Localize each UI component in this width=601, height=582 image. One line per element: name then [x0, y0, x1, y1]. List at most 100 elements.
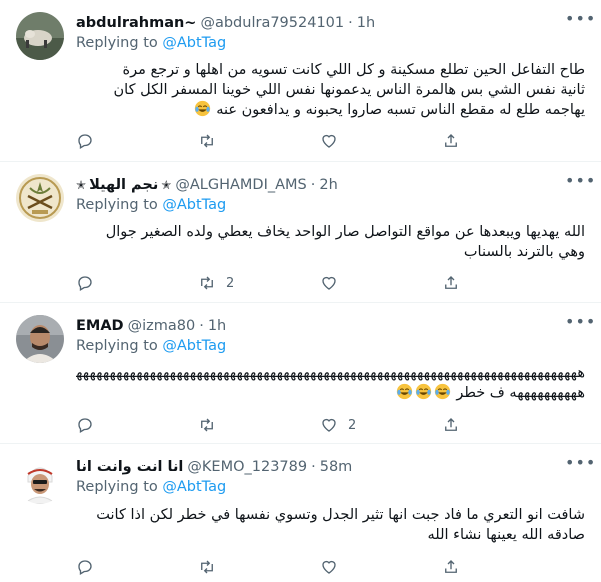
replying-prefix: Replying to [76, 479, 158, 495]
tweet-text-line: الله يهديها ويبعدها عن مواقع التواصل صار… [105, 224, 585, 240]
heart-icon [322, 276, 336, 290]
timestamp[interactable]: 1h [208, 318, 226, 334]
tweet-actions: 2 [76, 414, 566, 436]
replying-prefix: Replying to [76, 197, 158, 213]
mention-link[interactable]: @AbtTag [162, 197, 226, 213]
tweet-text-line: صادقه الله يعينها نشاء الله [427, 527, 585, 543]
tweet-actions [76, 556, 566, 578]
reply-icon [78, 418, 92, 433]
avatar[interactable] [16, 174, 64, 222]
timestamp[interactable]: 58m [320, 459, 353, 475]
avatar[interactable] [16, 456, 64, 504]
retweet-count: 2 [226, 275, 235, 291]
replying-prefix: Replying to [76, 35, 158, 51]
retweet-icon [201, 276, 213, 290]
share-button[interactable] [442, 130, 460, 152]
user-handle[interactable]: @ALGHAMDI_AMS [175, 177, 306, 193]
crying-laughing-emoji [434, 383, 450, 400]
more-options-icon[interactable]: ••• [565, 314, 595, 335]
more-options-icon[interactable]: ••• [565, 455, 595, 476]
like-button[interactable] [320, 130, 348, 152]
reply-button[interactable] [76, 130, 104, 152]
avatar[interactable] [16, 12, 64, 60]
share-button[interactable] [442, 556, 460, 578]
share-icon [445, 276, 457, 289]
user-handle[interactable]: @abdulra79524101 [200, 15, 344, 31]
mention-link[interactable]: @AbtTag [162, 35, 226, 51]
reply-icon [78, 560, 92, 575]
tweet-header: EMAD @izma80 · 1h [76, 315, 561, 337]
emoji-group [395, 383, 452, 401]
retweet-button[interactable] [198, 556, 226, 578]
separator-dot: · [199, 318, 204, 334]
retweet-icon [201, 134, 213, 148]
tweet-header: ✭ نجم الهيلا ✭ @ALGHAMDI_AMS · 2h [76, 174, 561, 196]
tweet-header: انا انت وانت انا @KEMO_123789 · 58m [76, 456, 561, 478]
replying-to: Replying to @AbtTag [76, 197, 226, 213]
tweet[interactable]: abdulrahman~ @abdulra79524101 · 1h ••• R… [0, 0, 601, 162]
tweet-text-line: هههههههههههههههههههههههههههههههههههههههه… [76, 365, 585, 381]
display-name[interactable]: نجم الهيلا [89, 177, 158, 193]
tweet-actions: 2 [76, 272, 566, 294]
star-icon: ✭ [161, 178, 172, 192]
tweet[interactable]: EMAD @izma80 · 1h ••• Replying to @AbtTa… [0, 303, 601, 444]
display-name[interactable]: انا انت وانت انا [76, 459, 183, 475]
tweet-text: الله يهديها ويبعدها عن مواقع التواصل صار… [76, 222, 585, 262]
reply-button[interactable] [76, 414, 104, 436]
separator-dot: · [311, 459, 316, 475]
tweet-text-line-content: يهاجمه طلع له مقطع الناس تسبه صاروا يحبو… [216, 102, 585, 118]
replying-to: Replying to @AbtTag [76, 338, 226, 354]
like-button[interactable] [320, 556, 348, 578]
user-handle[interactable]: @KEMO_123789 [187, 459, 307, 475]
reply-button[interactable] [76, 272, 104, 294]
like-button[interactable] [320, 272, 348, 294]
tweet-text-line: يهاجمه طلع له مقطع الناس تسبه صاروا يحبو… [76, 100, 585, 120]
tweet-actions [76, 130, 566, 152]
crying-laughing-emoji [396, 383, 412, 400]
tweet-text: شافت انو التعري ما فاد جبت انها تثير الج… [76, 505, 585, 545]
reply-icon [78, 134, 92, 149]
display-name[interactable]: EMAD [76, 318, 124, 334]
retweet-icon [201, 560, 213, 574]
tweet-text-line: ثانية نفس الشي بس هالمرة الناس يدعمونها … [113, 82, 585, 98]
display-name[interactable]: abdulrahman~ [76, 15, 196, 31]
star-icon: ✭ [76, 178, 87, 192]
share-icon [445, 560, 457, 573]
tweet-text: هههههههههههههههههههههههههههههههههههههههه… [76, 363, 585, 403]
share-icon [445, 134, 457, 147]
tweet-text-line: طاح التفاعل الحين تطلع مسكينة و كل اللي … [122, 62, 585, 78]
tweet[interactable]: انا انت وانت انا @KEMO_123789 · 58m ••• … [0, 444, 601, 582]
heart-icon [322, 560, 336, 574]
more-options-icon[interactable]: ••• [565, 11, 595, 32]
replying-prefix: Replying to [76, 338, 158, 354]
separator-dot: · [310, 177, 316, 193]
reply-button[interactable] [76, 556, 104, 578]
retweet-icon [201, 418, 213, 432]
tweet-header: abdulrahman~ @abdulra79524101 · 1h [76, 12, 561, 34]
tweet-text-line-content: ههههههههههه ف خطر [456, 385, 585, 401]
like-button[interactable]: 2 [320, 414, 356, 436]
like-count: 2 [348, 417, 357, 433]
timestamp[interactable]: 2h [319, 177, 337, 193]
separator-dot: · [348, 15, 353, 31]
share-button[interactable] [442, 272, 460, 294]
timestamp[interactable]: 1h [357, 15, 375, 31]
heart-icon [322, 134, 336, 148]
retweet-button[interactable] [198, 130, 226, 152]
retweet-button[interactable]: 2 [198, 272, 234, 294]
tweet-text-line: شافت انو التعري ما فاد جبت انها تثير الج… [96, 507, 585, 523]
mention-link[interactable]: @AbtTag [162, 479, 226, 495]
more-options-icon[interactable]: ••• [565, 173, 595, 194]
mention-link[interactable]: @AbtTag [162, 338, 226, 354]
tweet-text-line: وهي بالترند بالسناب [463, 244, 585, 260]
user-handle[interactable]: @izma80 [128, 318, 196, 334]
share-button[interactable] [442, 414, 460, 436]
heart-icon [322, 418, 336, 432]
crying-laughing-emoji [415, 383, 431, 400]
share-icon [445, 418, 457, 431]
avatar[interactable] [16, 315, 64, 363]
crying-laughing-emoji [194, 100, 210, 117]
retweet-button[interactable] [198, 414, 226, 436]
tweet-text: طاح التفاعل الحين تطلع مسكينة و كل اللي … [76, 60, 585, 120]
tweet[interactable]: ✭ نجم الهيلا ✭ @ALGHAMDI_AMS · 2h ••• Re… [0, 162, 601, 303]
